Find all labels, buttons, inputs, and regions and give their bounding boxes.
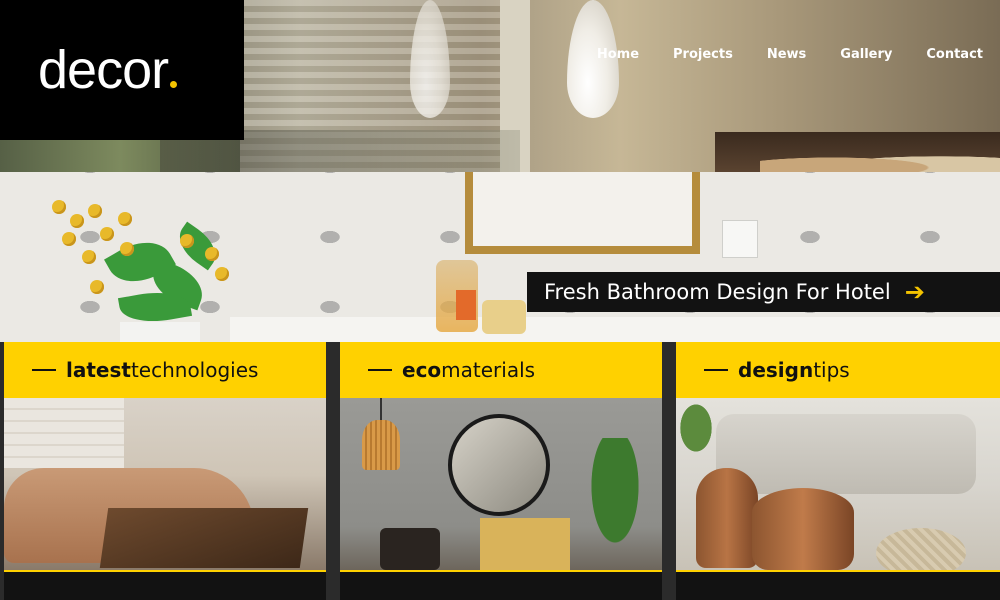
card-header: designtips — [676, 342, 1000, 398]
berry — [90, 280, 104, 294]
feature-cards: latesttechnologies ecomaterials designti… — [0, 342, 1000, 600]
plant-vase — [120, 322, 200, 342]
nav-gallery[interactable]: Gallery — [840, 47, 892, 62]
arrow-right-icon[interactable]: ➔ — [905, 278, 925, 306]
logo-dot-icon — [170, 80, 178, 88]
nav-news[interactable]: News — [767, 47, 806, 62]
nav-contact[interactable]: Contact — [926, 47, 983, 62]
card-footer — [676, 570, 1000, 600]
berry — [120, 242, 134, 256]
card-design-tips[interactable]: designtips — [676, 342, 1000, 600]
brick-wall — [4, 398, 124, 468]
grey-sofa — [716, 414, 976, 494]
page: decor Home Projects News Gallery Contact — [0, 0, 1000, 600]
hero-caption[interactable]: Fresh Bathroom Design For Hotel ➔ — [527, 272, 1000, 312]
hero-caption-text: Fresh Bathroom Design For Hotel — [544, 280, 891, 304]
coffee-table — [99, 508, 309, 568]
soap-bottle-label — [456, 290, 476, 320]
berry — [88, 204, 102, 218]
rattan-pendant-lamp — [362, 420, 400, 470]
card-image-living-room — [4, 398, 326, 570]
card-eco-materials[interactable]: ecomaterials — [340, 342, 662, 600]
card-footer — [340, 570, 662, 600]
dash-icon — [704, 369, 728, 371]
card-latest-technologies[interactable]: latesttechnologies — [4, 342, 326, 600]
card-image-lounge — [676, 398, 1000, 570]
berry — [180, 234, 194, 248]
lamp-cord — [380, 398, 382, 420]
vanity-counter — [230, 317, 1000, 342]
potted-plant — [676, 398, 716, 458]
berry — [100, 227, 114, 241]
card-header: latesttechnologies — [4, 342, 326, 398]
rattan-cabinet — [480, 518, 570, 570]
card-footer — [4, 570, 326, 600]
card-header: ecomaterials — [340, 342, 662, 398]
berry — [52, 200, 66, 214]
round-mirror — [448, 414, 550, 516]
bathroom-banner-image — [0, 172, 1000, 342]
wall-outlet — [722, 220, 758, 258]
card-title: latesttechnologies — [66, 358, 259, 382]
knit-ottoman — [876, 528, 966, 570]
nav-home[interactable]: Home — [597, 47, 639, 62]
nav-projects[interactable]: Projects — [673, 47, 733, 62]
glass-jar — [482, 300, 526, 334]
berry — [70, 214, 84, 228]
potted-plant — [585, 438, 645, 558]
berry — [62, 232, 76, 246]
dash-icon — [32, 369, 56, 371]
logo-text: decor — [38, 40, 169, 100]
main-nav: Home Projects News Gallery Contact — [597, 47, 1000, 62]
wall-mirror — [465, 172, 700, 254]
bed-pillows — [760, 150, 1000, 172]
card-title: ecomaterials — [402, 358, 536, 382]
berry — [205, 247, 219, 261]
berry — [82, 250, 96, 264]
wooden-side-table — [696, 468, 758, 568]
logo[interactable]: decor — [0, 0, 244, 140]
berry — [215, 267, 229, 281]
dash-icon — [368, 369, 392, 371]
card-image-entryway — [340, 398, 662, 570]
wooden-coffee-table — [752, 488, 854, 570]
card-title: designtips — [738, 358, 850, 382]
berry — [118, 212, 132, 226]
lounge-chair — [380, 528, 440, 570]
